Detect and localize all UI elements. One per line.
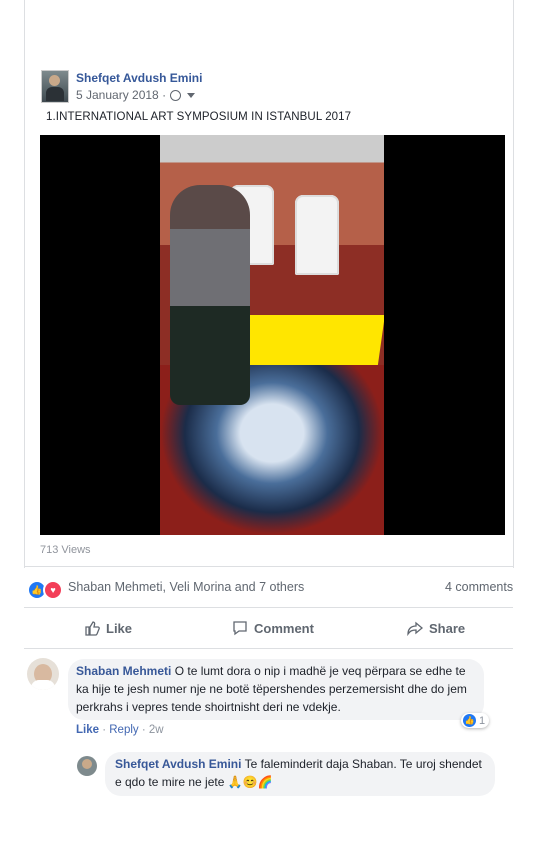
divider: [24, 566, 513, 567]
thumbs-up-icon: [85, 621, 100, 636]
post-date[interactable]: 5 January 2018 ·: [76, 88, 166, 102]
divider: [24, 648, 513, 649]
share-label: Share: [429, 620, 466, 636]
comment-bubble: Shaban Mehmeti O te lumt dora o nip i ma…: [68, 659, 484, 720]
comment-age[interactable]: 2w: [149, 724, 164, 736]
view-count: 713 Views: [40, 544, 91, 556]
like-label: Like: [106, 620, 133, 636]
video-frame: [160, 135, 384, 535]
reply-bubble: Shefqet Avdush Emini Te faleminderit daj…: [105, 752, 495, 796]
comment-label: Comment: [254, 620, 314, 636]
comment-like-link[interactable]: Like: [76, 724, 99, 736]
comment-reply-link[interactable]: Reply: [109, 724, 138, 736]
like-button[interactable]: Like: [84, 620, 132, 636]
reaction-names[interactable]: Shaban Mehmeti, Veli Morina and 7 others: [68, 580, 304, 594]
share-icon: [407, 621, 423, 636]
comment-like-count[interactable]: 👍 1: [461, 713, 490, 728]
post-meta: 5 January 2018 ·: [76, 88, 196, 102]
globe-icon[interactable]: [170, 89, 182, 101]
faded-header: [60, 13, 210, 25]
video-player[interactable]: [40, 135, 505, 535]
post-author[interactable]: Shefqet Avdush Emini: [76, 71, 202, 85]
post-text: 1.INTERNATIONAL ART SYMPOSIUM IN ISTANBU…: [46, 111, 352, 123]
reply-author[interactable]: Shefqet Avdush Emini: [115, 757, 241, 771]
commenter-avatar[interactable]: [27, 658, 59, 690]
reaction-icons[interactable]: 👍 ♥: [27, 580, 63, 600]
comment-actions: Like · Reply · 2w: [76, 724, 164, 736]
chevron-down-icon[interactable]: [187, 92, 196, 98]
comment-button[interactable]: Comment: [232, 620, 314, 636]
reply-avatar[interactable]: [77, 756, 97, 776]
love-reaction-icon: ♥: [43, 580, 63, 600]
like-reaction-icon: 👍: [463, 714, 476, 727]
comment-icon: [233, 621, 247, 636]
share-button[interactable]: Share: [407, 620, 465, 636]
author-avatar[interactable]: [41, 70, 69, 103]
divider: [24, 607, 513, 608]
comments-count[interactable]: 4 comments: [445, 580, 513, 594]
comment-author[interactable]: Shaban Mehmeti: [76, 664, 171, 678]
